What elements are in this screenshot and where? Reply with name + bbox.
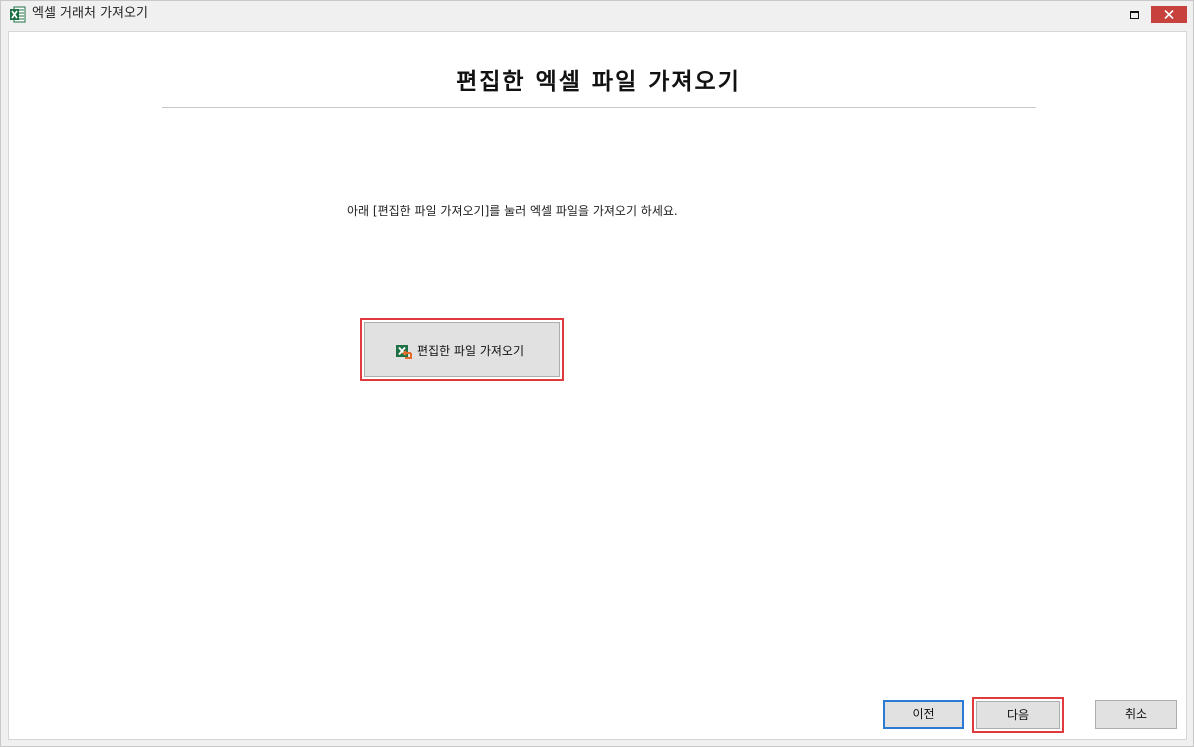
import-dialog-window: 엑셀 거래처 가져오기 편집한 엑셀 파일 가져오기 아래 [편집한 파일 가져…	[0, 0, 1194, 747]
page-title: 편집한 엑셀 파일 가져오기	[456, 69, 741, 95]
close-icon	[1164, 10, 1174, 19]
maximize-button[interactable]	[1121, 5, 1147, 25]
excel-import-icon	[396, 345, 412, 359]
instruction-text: 아래 [편집한 파일 가져오기]를 눌러 엑셀 파일을 가져오기 하세요.	[347, 204, 678, 218]
title-bar[interactable]: 엑셀 거래처 가져오기	[1, 1, 1193, 29]
window-title: 엑셀 거래처 가져오기	[32, 6, 148, 21]
close-button[interactable]	[1151, 6, 1187, 23]
title-divider	[162, 107, 1036, 108]
next-button[interactable]: 다음	[976, 701, 1060, 729]
import-edited-file-button[interactable]: 편집한 파일 가져오기	[364, 322, 560, 377]
import-button-highlight: 편집한 파일 가져오기	[360, 318, 564, 381]
next-button-highlight: 다음	[972, 697, 1064, 733]
content-panel: 편집한 엑셀 파일 가져오기 아래 [편집한 파일 가져오기]를 눌러 엑셀 파…	[8, 31, 1187, 740]
maximize-icon	[1130, 11, 1139, 19]
excel-icon	[10, 6, 26, 23]
import-button-label: 편집한 파일 가져오기	[417, 344, 524, 358]
cancel-button[interactable]: 취소	[1095, 700, 1177, 729]
previous-button[interactable]: 이전	[883, 700, 964, 729]
